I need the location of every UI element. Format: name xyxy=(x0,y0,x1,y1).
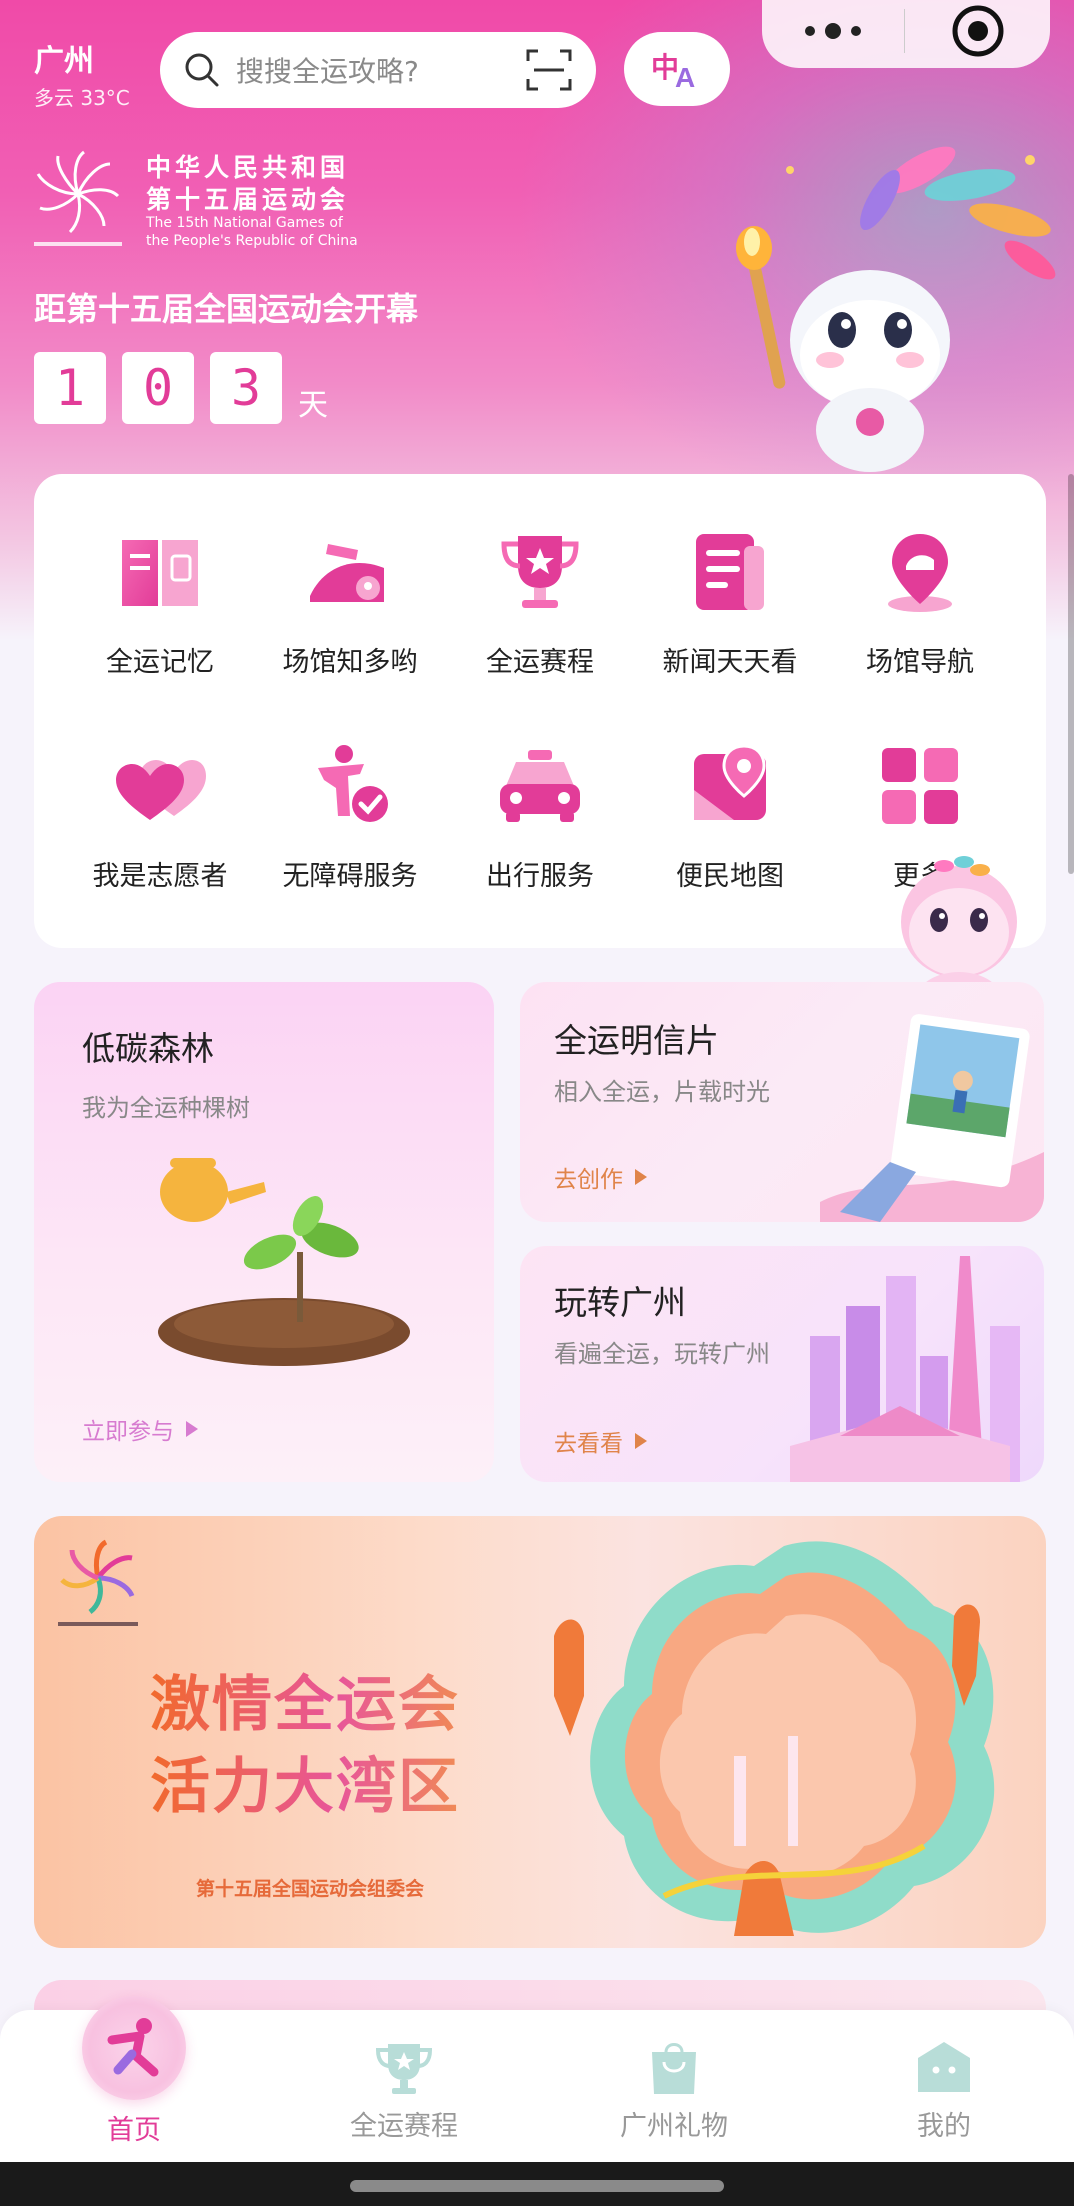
grid-icon xyxy=(882,748,958,824)
tab-profile[interactable]: 我的 xyxy=(844,2010,1044,2162)
city-skyline-illustration xyxy=(790,1256,1020,1482)
tab-label: 广州礼物 xyxy=(620,2111,728,2142)
search-bar[interactable]: 搜搜全运攻略? xyxy=(160,32,596,108)
postcard-illustration xyxy=(820,1014,1044,1222)
location-pin-icon xyxy=(888,534,952,612)
scrollbar[interactable] xyxy=(1068,474,1074,874)
gift-bag-icon xyxy=(652,2043,696,2094)
service-item-transport[interactable]: 出行服务 xyxy=(455,740,625,893)
search-input[interactable]: 搜搜全运攻略? xyxy=(236,50,524,90)
tab-gifts[interactable]: 广州礼物 xyxy=(574,2010,774,2162)
tab-label: 全运赛程 xyxy=(350,2111,458,2142)
games-emblem-logo xyxy=(34,150,122,246)
service-item-map[interactable]: 便民地图 xyxy=(645,740,815,893)
app-page: 广州 多云 33°C 搜搜全运攻略? 中 A 中华人民共和国 第十五届运动会 T… xyxy=(0,0,1074,2206)
accessibility-icon xyxy=(318,745,388,822)
search-icon xyxy=(185,53,219,87)
play-arrow-icon xyxy=(186,1421,198,1437)
hearts-icon xyxy=(116,760,206,820)
countdown-digit: 1 xyxy=(34,352,106,424)
bottom-tab-bar: 首页 全运赛程 广州礼物 我的 xyxy=(0,1996,1074,2162)
sapling-illustration xyxy=(158,1158,410,1366)
service-item-accessibility[interactable]: 无障碍服务 xyxy=(265,740,435,893)
city-name[interactable]: 广州 xyxy=(34,36,94,80)
close-miniprogram-button[interactable] xyxy=(905,3,1050,59)
banner-headline-1: 激情全运会 xyxy=(150,1656,460,1743)
service-item-venue-nav[interactable]: 场馆导航 xyxy=(835,526,1005,679)
card-subtitle: 我为全运种棵树 xyxy=(82,1094,250,1122)
weather-info: 多云 33°C xyxy=(34,86,130,110)
scan-icon[interactable] xyxy=(524,45,574,95)
language-switch-button[interactable]: 中 A xyxy=(624,32,730,106)
tab-label: 我的 xyxy=(917,2111,971,2142)
more-menu-button[interactable] xyxy=(762,23,904,39)
countdown-digit: 3 xyxy=(210,352,282,424)
tab-schedule[interactable]: 全运赛程 xyxy=(304,2010,504,2162)
tab-home[interactable]: 首页 xyxy=(34,1996,234,2162)
venue-info-icon xyxy=(310,544,384,602)
target-icon xyxy=(952,5,1003,57)
participate-link[interactable]: 立即参与 xyxy=(82,1412,198,1446)
games-title-en: The 15th National Games of the People's … xyxy=(146,215,358,249)
book-icon xyxy=(122,540,198,606)
service-item-news[interactable]: 新闻天天看 xyxy=(645,526,815,679)
promo-banner[interactable]: 激情全运会 活力大湾区 第十五届全国运动会组委会 xyxy=(34,1516,1046,1948)
card-title: 玩转广州 xyxy=(554,1283,686,1322)
countdown-digit: 0 xyxy=(122,352,194,424)
explore-guangzhou-card[interactable]: 玩转广州 看遍全运，玩转广州 去看看 xyxy=(520,1246,1044,1482)
play-arrow-icon xyxy=(635,1433,647,1449)
tab-label: 首页 xyxy=(107,2115,161,2146)
view-link[interactable]: 去看看 xyxy=(554,1424,647,1458)
low-carbon-forest-card[interactable]: 低碳森林 我为全运种棵树 立即参与 xyxy=(34,982,494,1482)
play-arrow-icon xyxy=(635,1169,647,1185)
trophy-icon xyxy=(501,536,579,608)
service-item-schedule[interactable]: 全运赛程 xyxy=(455,526,625,679)
countdown-label: 距第十五届全国运动会开幕 xyxy=(34,290,419,328)
home-indicator[interactable] xyxy=(350,2180,724,2192)
news-icon xyxy=(696,534,764,610)
service-item-venue-info[interactable]: 场馆知多哟 xyxy=(265,526,435,679)
postcard-card[interactable]: 全运明信片 相入全运，片载时光 去创作 xyxy=(520,982,1044,1222)
countdown-digits: 1 0 3 天 xyxy=(34,352,328,424)
card-title: 全运明信片 xyxy=(554,1021,719,1060)
card-subtitle: 相入全运，片载时光 xyxy=(554,1078,770,1106)
banner-organizer: 第十五届全国运动会组委会 xyxy=(196,1878,425,1900)
mascot-illustration xyxy=(736,146,1056,472)
map-icon xyxy=(694,744,766,820)
games-title-cn: 中华人民共和国 第十五届运动会 xyxy=(146,153,350,214)
banner-illustration xyxy=(554,1541,995,1936)
card-subtitle: 看遍全运，玩转广州 xyxy=(554,1340,770,1368)
games-emblem-logo xyxy=(58,1539,138,1626)
home-runner-icon xyxy=(82,1996,186,2100)
service-item-volunteer[interactable]: 我是志愿者 xyxy=(75,740,245,893)
countdown-unit: 天 xyxy=(298,388,328,423)
translate-icon: 中 A xyxy=(651,52,695,91)
taxi-icon xyxy=(500,750,580,822)
create-link[interactable]: 去创作 xyxy=(554,1160,647,1194)
more-dots-icon xyxy=(805,26,815,36)
trophy-icon xyxy=(375,2044,433,2094)
svg-text:A: A xyxy=(675,62,695,91)
miniprogram-capsule xyxy=(762,0,1050,68)
banner-headline-2: 活力大湾区 xyxy=(150,1738,460,1825)
card-title: 低碳森林 xyxy=(82,1029,214,1068)
profile-icon xyxy=(918,2042,970,2092)
service-item-memory[interactable]: 全运记忆 xyxy=(75,526,245,679)
